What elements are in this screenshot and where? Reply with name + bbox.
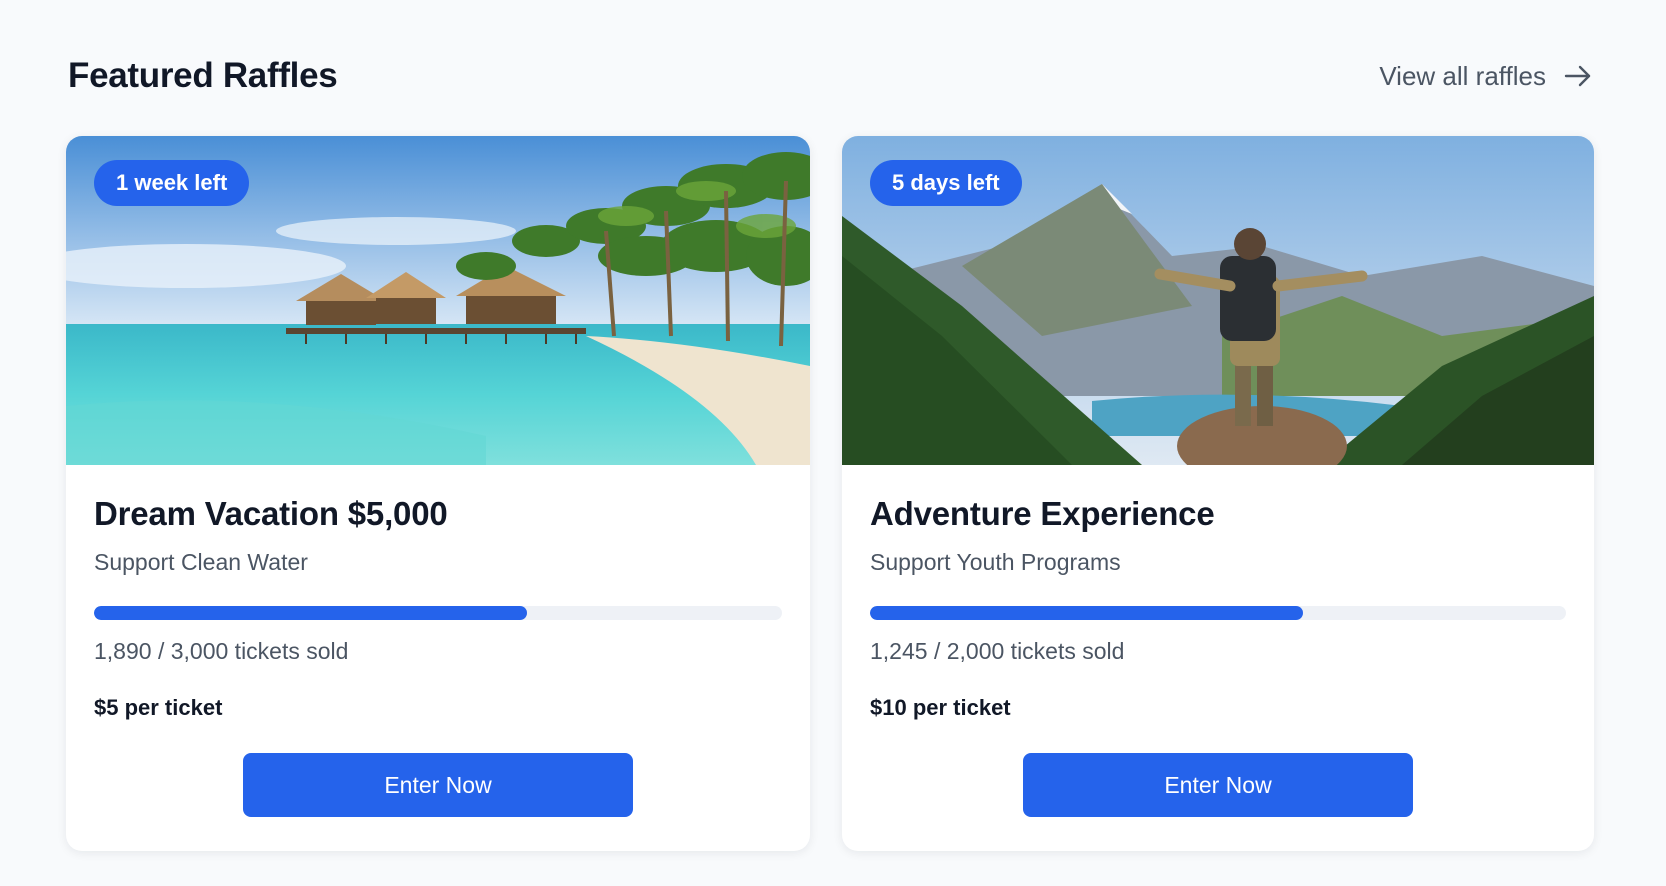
- tickets-sold-text: 1,890 / 3,000 tickets sold: [94, 638, 349, 664]
- raffle-card[interactable]: 1 week left Dream Vacation $5,000 Suppor…: [66, 136, 810, 851]
- mountain-hiker-image: 5 days left: [842, 136, 1594, 465]
- tropical-beach-image: 1 week left: [66, 136, 810, 465]
- time-left-badge: 1 week left: [94, 160, 250, 206]
- section-title: Featured Raffles: [68, 56, 338, 95]
- tickets-sold-text: 1,245 / 2,000 tickets sold: [870, 638, 1125, 664]
- ticket-progress-bar: [94, 606, 782, 620]
- view-all-label: View all raffles: [1379, 60, 1546, 91]
- ticket-price: $5 per ticket: [94, 695, 223, 720]
- ticket-price: $10 per ticket: [870, 695, 1011, 720]
- ticket-progress-bar: [870, 606, 1566, 620]
- enter-now-button[interactable]: Enter Now: [1023, 753, 1413, 817]
- ticket-progress-fill: [94, 606, 528, 620]
- raffle-card[interactable]: 5 days left Adventure Experience Support…: [842, 136, 1594, 851]
- card-body: Dream Vacation $5,000 Support Clean Wate…: [66, 465, 810, 721]
- time-left-badge: 5 days left: [870, 160, 1022, 206]
- view-all-raffles-link[interactable]: View all raffles: [1379, 60, 1594, 92]
- arrow-right-icon: [1564, 65, 1591, 87]
- featured-raffles-page: Featured Raffles View all raffles 1 week…: [0, 0, 1666, 886]
- enter-now-button[interactable]: Enter Now: [243, 753, 633, 817]
- card-body: Adventure Experience Support Youth Progr…: [842, 465, 1594, 721]
- raffle-cause: Support Clean Water: [94, 549, 308, 575]
- raffle-title: Adventure Experience: [870, 495, 1215, 532]
- raffle-title: Dream Vacation $5,000: [94, 495, 448, 532]
- raffle-cards: 1 week left Dream Vacation $5,000 Suppor…: [66, 136, 1594, 851]
- ticket-progress-fill: [870, 606, 1304, 620]
- section-header: Featured Raffles View all raffles: [68, 48, 1594, 104]
- raffle-cause: Support Youth Programs: [870, 549, 1121, 575]
